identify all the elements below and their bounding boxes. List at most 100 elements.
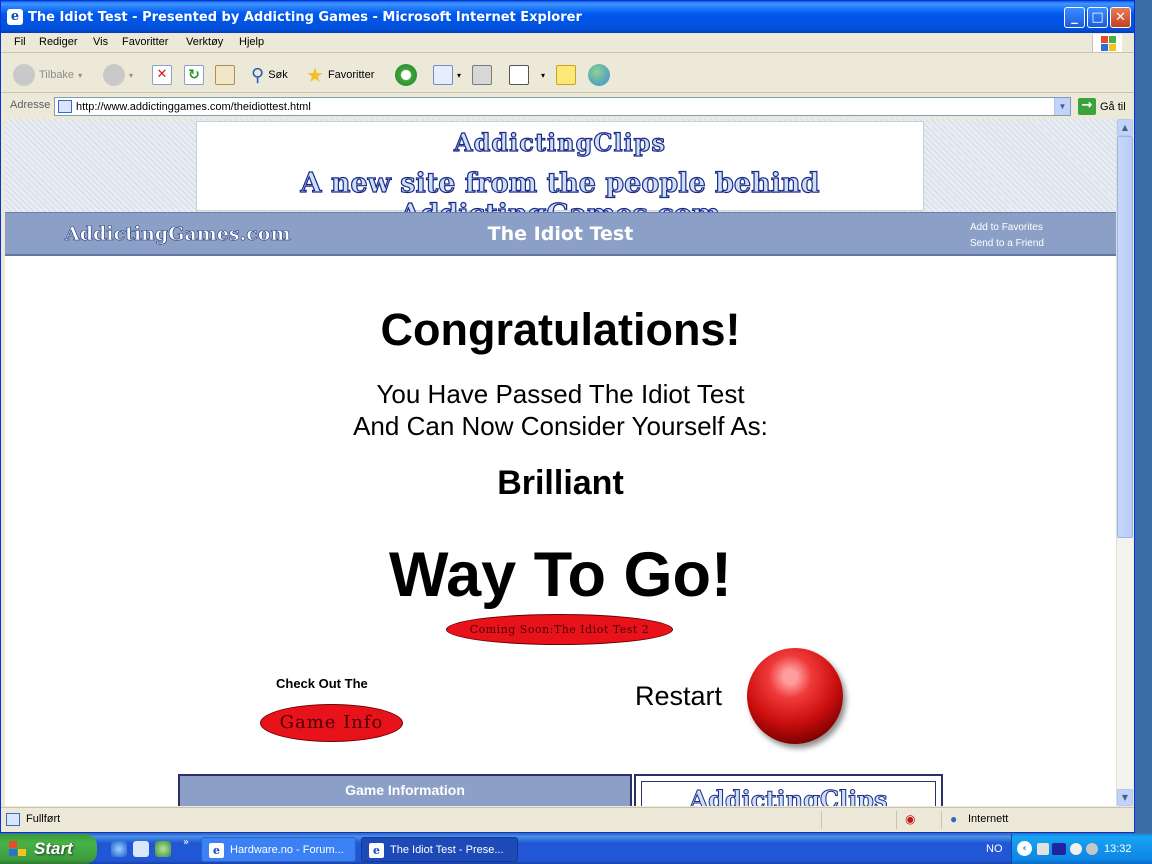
home-icon xyxy=(215,65,235,85)
windows-flag-icon xyxy=(9,841,27,857)
address-url: http://www.addictinggames.com/theidiotte… xyxy=(76,101,311,113)
quicklaunch-messenger-icon[interactable] xyxy=(155,841,171,857)
home-button[interactable] xyxy=(215,63,235,87)
ie-page-icon: e xyxy=(369,843,384,858)
discuss-button[interactable] xyxy=(556,63,576,87)
menu-bar: Fil Rediger Vis Favoritter Verktøy Hjelp xyxy=(1,33,1134,53)
passed-message: You Have Passed The Idiot Test And Can N… xyxy=(5,378,1116,442)
tray-collapse-icon[interactable]: ‹ xyxy=(1017,841,1032,856)
quicklaunch-desktop-icon[interactable] xyxy=(133,841,149,857)
menu-help[interactable]: Hjelp xyxy=(239,36,264,48)
quicklaunch-ie-icon[interactable] xyxy=(111,841,127,857)
title-bar[interactable]: e The Idiot Test - Presented by Addictin… xyxy=(1,1,1134,33)
tray-audio-icon[interactable] xyxy=(1052,843,1066,855)
taskbar-item-forum[interactable]: e Hardware.no - Forum... xyxy=(201,837,356,862)
status-bar: Fullført ◉ ● Internett xyxy=(1,807,1134,831)
coming-soon-button[interactable]: Coming Soon:The Idiot Test 2 xyxy=(446,614,673,645)
scroll-up-icon[interactable]: ▲ xyxy=(1117,119,1133,136)
go-label: Gå til xyxy=(1100,100,1126,113)
status-zone-segment: ● Internett xyxy=(941,811,1121,829)
edit-button[interactable]: ▾ xyxy=(509,63,545,87)
status-segment: ◉ xyxy=(896,811,926,829)
language-indicator[interactable]: NO xyxy=(986,843,1003,855)
system-tray: ‹ 13:32 xyxy=(1011,834,1152,864)
page-viewport: AddictingClips A new site from the peopl… xyxy=(5,119,1116,806)
taskbar-item-idiot-test[interactable]: e The Idiot Test - Prese... xyxy=(361,837,518,862)
back-arrow-icon xyxy=(13,64,35,86)
favorites-button[interactable]: ★ Favoritter xyxy=(306,63,374,87)
go-arrow-icon: → xyxy=(1078,98,1096,115)
history-button[interactable] xyxy=(395,63,417,87)
vertical-scrollbar[interactable]: ▲ ▼ xyxy=(1116,119,1133,806)
tray-clock[interactable]: 13:32 xyxy=(1104,843,1132,855)
menu-view[interactable]: Vis xyxy=(93,36,108,48)
refresh-icon: ↻ xyxy=(184,65,204,85)
note-icon xyxy=(556,65,576,85)
close-button[interactable]: ✕ xyxy=(1110,7,1131,28)
clips-brand: AddictingClips xyxy=(689,785,888,807)
zone-label: Internett xyxy=(968,813,1009,825)
scroll-thumb[interactable] xyxy=(1117,136,1133,538)
popup-blocker-icon[interactable]: ◉ xyxy=(905,812,915,826)
tray-speaker-icon[interactable] xyxy=(1070,843,1082,855)
taskbar-item-label: Hardware.no - Forum... xyxy=(230,844,344,856)
clips-ad-inner: AddictingClips xyxy=(641,781,936,806)
address-input[interactable]: http://www.addictinggames.com/theidiotte… xyxy=(54,97,1071,116)
messenger-button[interactable] xyxy=(588,63,610,87)
ie-icon: e xyxy=(7,9,23,25)
header-links: Add to Favorites Send to a Friend xyxy=(970,220,1044,252)
game-info-button[interactable]: Game Info xyxy=(260,704,403,742)
check-out-label: Check Out The xyxy=(276,676,368,691)
start-label: Start xyxy=(34,839,73,858)
forward-arrow-icon xyxy=(103,64,125,86)
star-icon: ★ xyxy=(306,64,324,87)
back-button[interactable]: Tilbake ▾ xyxy=(13,63,82,87)
tray-network-icon[interactable] xyxy=(1037,843,1049,855)
start-button[interactable]: Start xyxy=(0,834,97,864)
clips-ad-panel[interactable]: AddictingClips xyxy=(634,774,943,806)
search-icon: ⚲ xyxy=(251,64,265,85)
back-dropdown-icon: ▾ xyxy=(78,70,83,80)
menu-edit[interactable]: Rediger xyxy=(39,36,78,48)
stop-button[interactable]: ✕ xyxy=(152,63,172,87)
result-level: Brilliant xyxy=(497,464,624,502)
restart-label: Restart xyxy=(635,681,723,711)
forward-dropdown-icon: ▾ xyxy=(129,70,134,80)
maximize-button[interactable]: □ xyxy=(1087,7,1108,28)
address-label: Adresse xyxy=(10,99,51,111)
address-dropdown-icon[interactable]: ▼ xyxy=(1054,98,1070,115)
mail-dropdown-icon: ▾ xyxy=(457,70,462,80)
game-title: The Idiot Test xyxy=(487,223,634,245)
search-button[interactable]: ⚲ Søk xyxy=(251,63,288,87)
send-to-friend-link[interactable]: Send to a Friend xyxy=(970,236,1044,252)
add-to-favorites-link[interactable]: Add to Favorites xyxy=(970,220,1044,236)
game-information-header: Game Information xyxy=(345,782,465,798)
mail-icon xyxy=(433,65,453,85)
scroll-down-icon[interactable]: ▼ xyxy=(1117,789,1133,806)
favorites-label: Favoritter xyxy=(327,69,375,81)
mail-button[interactable]: ▾ xyxy=(433,63,461,87)
site-header: AddictingGames.com The Idiot Test Add to… xyxy=(5,212,1116,256)
ie-page-icon: e xyxy=(209,843,224,858)
refresh-button[interactable]: ↻ xyxy=(184,63,204,87)
restart-button[interactable] xyxy=(747,648,843,744)
tray-security-icon[interactable] xyxy=(1086,843,1098,855)
window-title: The Idiot Test - Presented by Addicting … xyxy=(28,10,582,25)
ad-banner[interactable]: AddictingClips A new site from the peopl… xyxy=(196,121,924,231)
print-button[interactable] xyxy=(472,63,492,87)
address-bar: Adresse http://www.addictinggames.com/th… xyxy=(1,94,1134,118)
menu-tools[interactable]: Verktøy xyxy=(186,36,223,48)
menu-file[interactable]: Fil xyxy=(14,36,26,48)
forward-button[interactable]: ▾ xyxy=(103,63,133,87)
edit-dropdown-icon: ▾ xyxy=(541,70,546,80)
search-label: Søk xyxy=(268,69,288,81)
quicklaunch-expand-icon[interactable]: » xyxy=(183,837,189,848)
taskbar-item-label: The Idiot Test - Prese... xyxy=(390,844,504,856)
menu-favorites[interactable]: Favoritter xyxy=(122,36,168,48)
banner-brand: AddictingClips xyxy=(453,127,666,157)
windows-logo-icon xyxy=(1092,34,1122,52)
go-button[interactable]: → Gå til xyxy=(1078,98,1126,115)
minimize-button[interactable]: _ xyxy=(1064,7,1085,28)
status-page-icon xyxy=(6,813,20,826)
stop-icon: ✕ xyxy=(152,65,172,85)
